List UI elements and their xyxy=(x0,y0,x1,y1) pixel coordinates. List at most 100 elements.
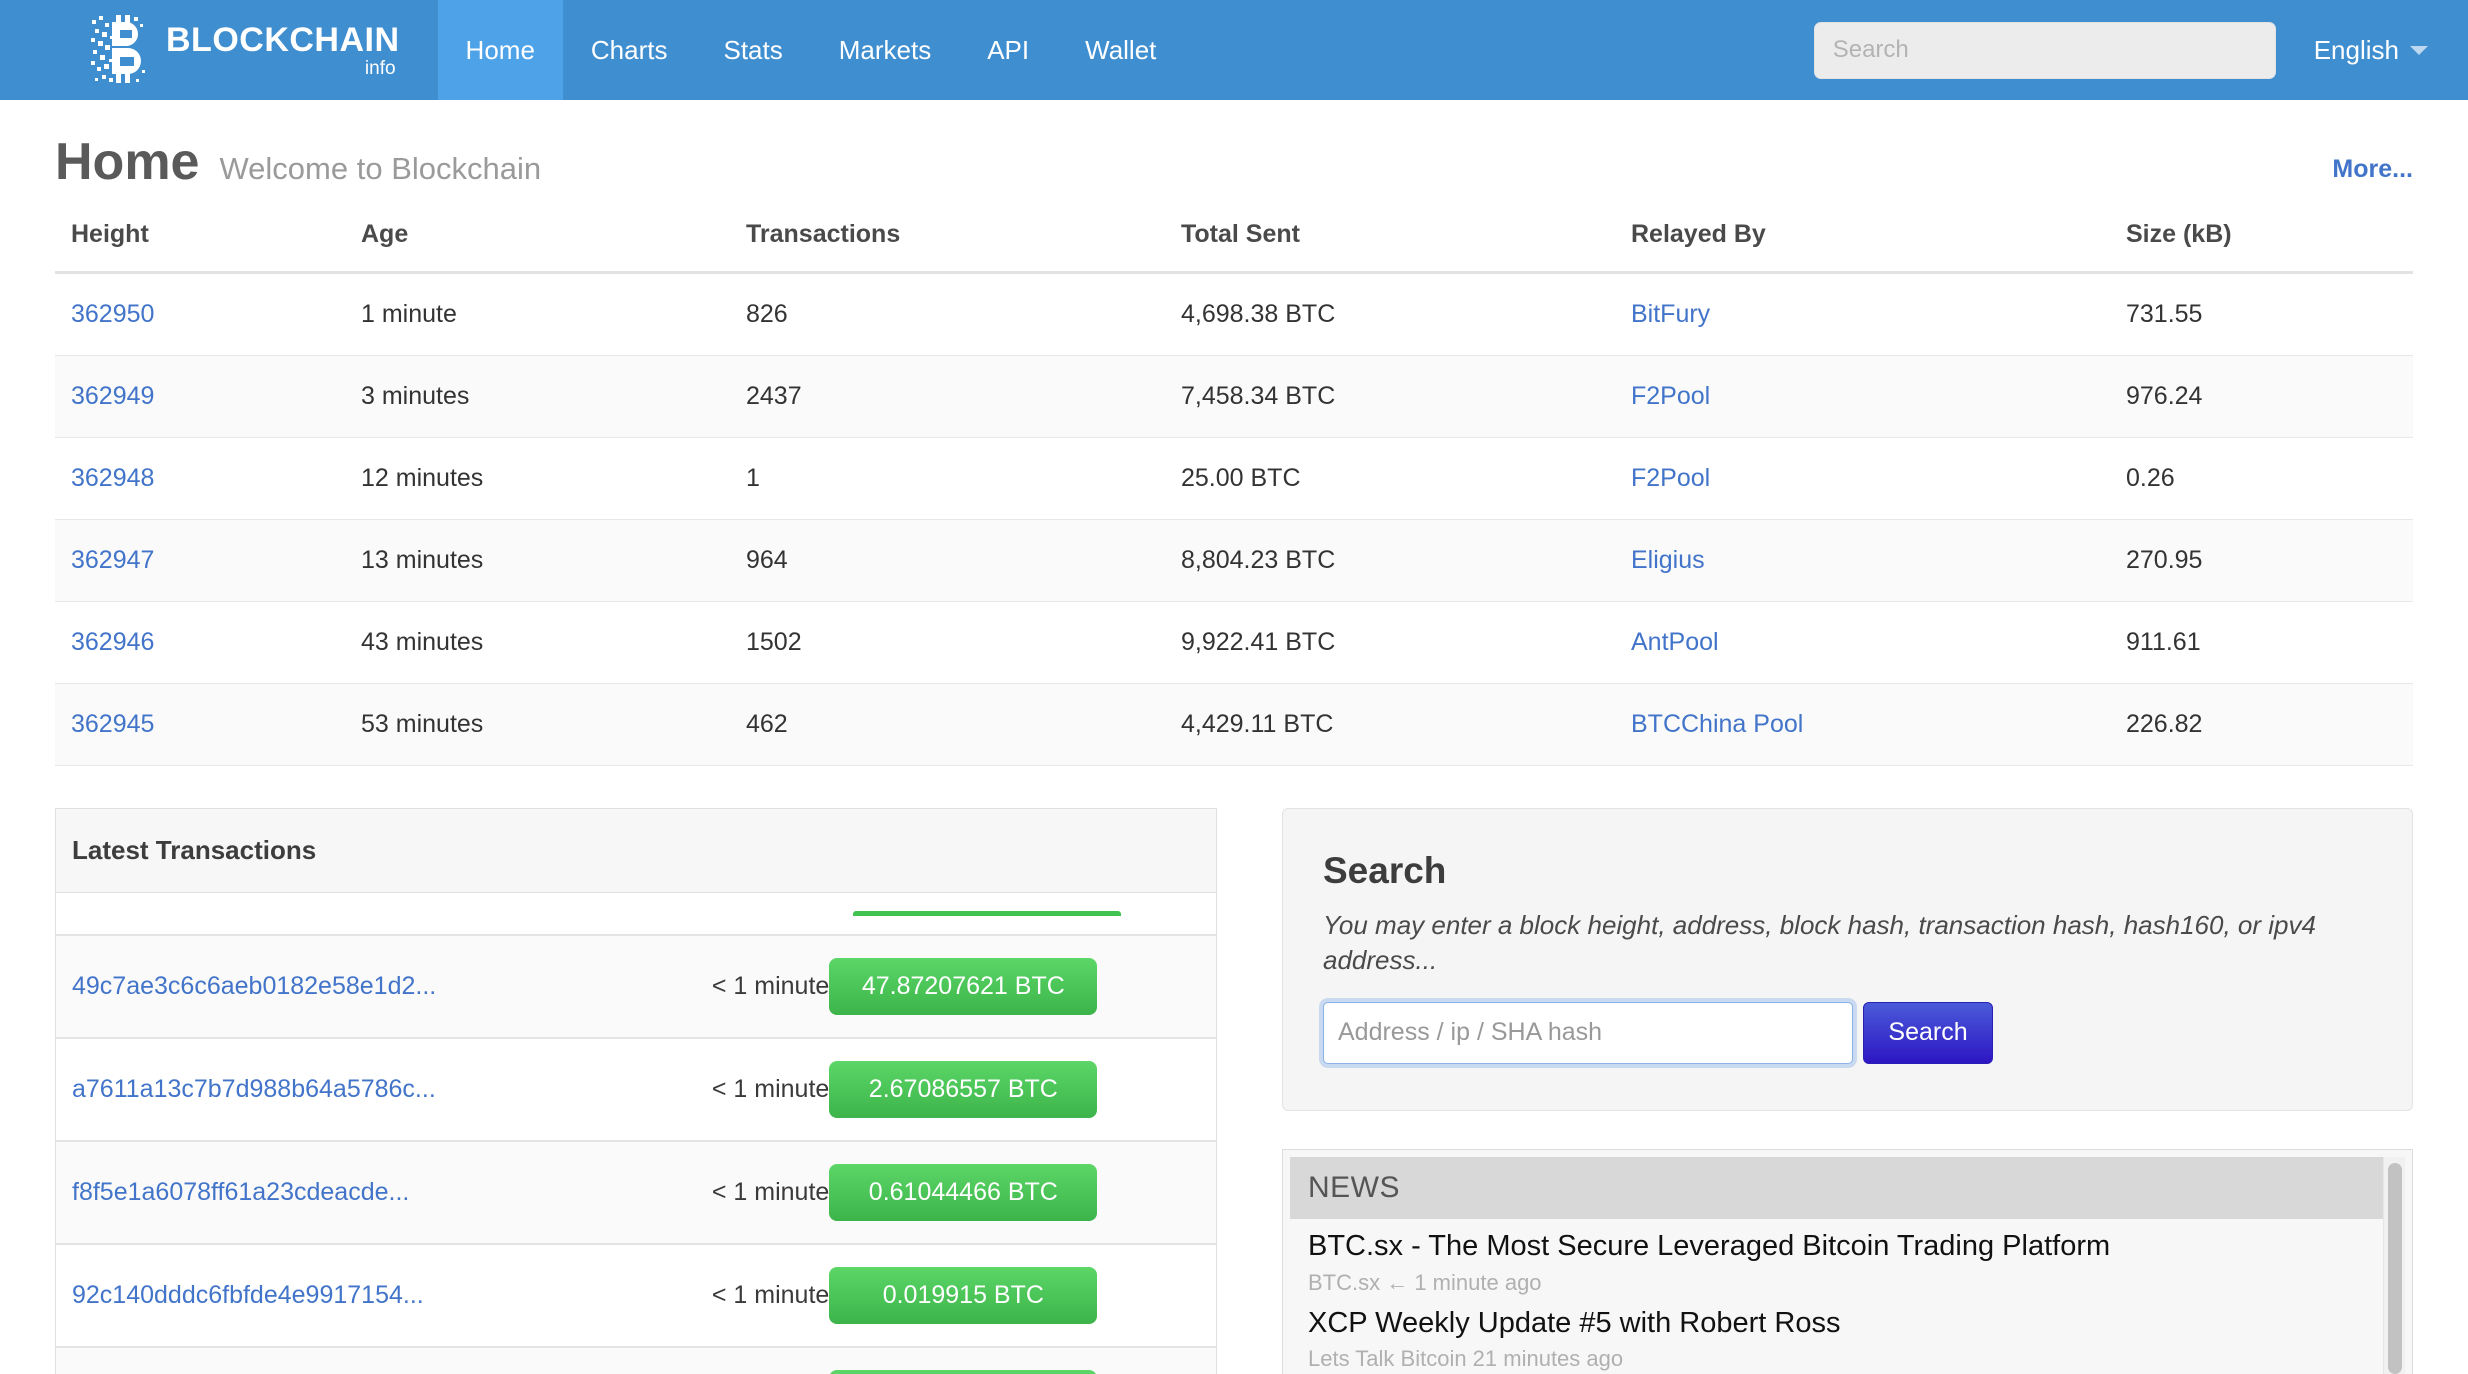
search-panel-description: You may enter a block height, address, b… xyxy=(1323,909,2316,975)
cell-size: 270.95 xyxy=(2110,519,2413,602)
transaction-row: 92c140dddc6fbfde4e9917154... < 1 minute … xyxy=(56,1244,1216,1348)
news-item-title[interactable]: BTC.sx - The Most Secure Leveraged Bitco… xyxy=(1308,1229,2365,1264)
news-item: XCP Weekly Update #5 with Robert Ross Le… xyxy=(1290,1296,2383,1373)
brand-subtitle: info xyxy=(364,57,396,79)
cell-height: 362946 xyxy=(55,601,345,684)
transaction-row: 767fc0ca8083fdfde227b9f72... < 1 minute … xyxy=(56,1347,1216,1374)
pool-link[interactable]: Eligius xyxy=(1631,546,1705,574)
cell-age: 1 minute xyxy=(345,272,730,356)
transaction-row: a7611a13c7b7d988b64a5786c... < 1 minute … xyxy=(56,1038,1216,1142)
cell-transactions: 964 xyxy=(730,519,1165,602)
cell-size: 0.26 xyxy=(2110,437,2413,520)
cell-height: 362948 xyxy=(55,437,345,520)
transaction-age: < 1 minute xyxy=(442,1347,830,1374)
news-item-meta: Lets Talk Bitcoin 21 minutes ago xyxy=(1308,1346,1624,1372)
search-input[interactable] xyxy=(1323,1001,1853,1064)
column-header-age: Age xyxy=(345,210,730,274)
cell-relayed-by: AntPool xyxy=(1615,601,2110,684)
column-header-relayed-by: Relayed By xyxy=(1615,210,2110,274)
page-header: Home Welcome to Blockchain More... xyxy=(55,100,2413,210)
amount-button-top-edge xyxy=(853,911,1122,916)
transaction-amount-button[interactable]: 0.019915 BTC xyxy=(829,1267,1098,1324)
cell-total-sent: 7,458.34 BTC xyxy=(1165,355,1615,438)
chevron-down-icon xyxy=(2410,45,2428,55)
cell-transactions: 2437 xyxy=(730,355,1165,438)
lower-section: Latest Transactions 49c7ae3c6c6aeb0182e5… xyxy=(55,808,2413,1374)
pool-link[interactable]: F2Pool xyxy=(1631,382,1710,410)
block-height-link[interactable]: 362947 xyxy=(71,546,154,574)
blockchain-b-logo-icon xyxy=(90,14,152,86)
news-item-title[interactable]: XCP Weekly Update #5 with Robert Ross xyxy=(1308,1306,2365,1341)
pool-link[interactable]: BTCChina Pool xyxy=(1631,710,1803,738)
brand-logo-link[interactable]: BLOCKCHAIN info xyxy=(90,0,400,100)
cell-size: 731.55 xyxy=(2110,272,2413,356)
cell-age: 3 minutes xyxy=(345,355,730,438)
news-scrollbar-thumb[interactable] xyxy=(2388,1162,2402,1374)
search-panel-title: Search xyxy=(1323,850,1447,891)
transaction-hash-link[interactable]: 49c7ae3c6c6aeb0182e58e1d2... xyxy=(56,972,436,1000)
cell-total-sent: 4,429.11 BTC xyxy=(1165,683,1615,766)
transaction-age: < 1 minute xyxy=(442,1141,830,1245)
more-link[interactable]: More... xyxy=(2332,155,2413,184)
nav-item-wallet[interactable]: Wallet xyxy=(1057,0,1184,100)
pool-link[interactable]: BitFury xyxy=(1631,300,1710,328)
page-content: Home Welcome to Blockchain More... Heigh… xyxy=(0,100,2468,1374)
table-row: 362947 13 minutes 964 8,804.23 BTC Eligi… xyxy=(55,519,2413,602)
transaction-hash-link[interactable]: 92c140dddc6fbfde4e9917154... xyxy=(56,1281,424,1309)
cell-relayed-by: F2Pool xyxy=(1615,355,2110,438)
cell-relayed-by: Eligius xyxy=(1615,519,2110,602)
nav-links: Home Charts Stats Markets API Wallet xyxy=(437,0,1185,100)
cell-total-sent: 8,804.23 BTC xyxy=(1165,519,1615,602)
news-panel-title: NEWS xyxy=(1290,1156,2383,1219)
table-row: 362945 53 minutes 462 4,429.11 BTC BTCCh… xyxy=(55,683,2413,766)
cell-total-sent: 25.00 BTC xyxy=(1165,437,1615,520)
table-row: 362949 3 minutes 2437 7,458.34 BTC F2Poo… xyxy=(55,355,2413,438)
column-header-transactions: Transactions xyxy=(730,210,1165,274)
cell-transactions: 1502 xyxy=(730,601,1165,684)
news-scrollbar[interactable] xyxy=(2383,1156,2405,1374)
latest-transactions-table: 49c7ae3c6c6aeb0182e58e1d2... < 1 minute … xyxy=(56,893,1216,1374)
transaction-hash-link[interactable]: f8f5e1a6078ff61a23cdeacde... xyxy=(56,1178,409,1206)
cell-total-sent: 4,698.38 BTC xyxy=(1165,272,1615,356)
global-search-input[interactable] xyxy=(1813,21,2276,79)
cell-relayed-by: BTCChina Pool xyxy=(1615,683,2110,766)
transaction-amount-button[interactable]: 2.67086557 BTC xyxy=(829,1061,1098,1118)
block-height-link[interactable]: 362946 xyxy=(71,628,154,656)
table-row: 362950 1 minute 826 4,698.38 BTC BitFury… xyxy=(55,272,2413,356)
nav-item-home[interactable]: Home xyxy=(437,0,563,100)
transaction-row: f8f5e1a6078ff61a23cdeacde... < 1 minute … xyxy=(56,1141,1216,1245)
transaction-hash-link[interactable]: a7611a13c7b7d988b64a5786c... xyxy=(56,1075,436,1103)
block-height-link[interactable]: 362949 xyxy=(71,382,154,410)
pool-link[interactable]: F2Pool xyxy=(1631,464,1710,492)
nav-item-markets[interactable]: Markets xyxy=(811,0,959,100)
block-height-link[interactable]: 362950 xyxy=(71,300,154,328)
cell-age: 13 minutes xyxy=(345,519,730,602)
search-button[interactable]: Search xyxy=(1863,1001,1993,1064)
transaction-amount-button[interactable]: 0.61044466 BTC xyxy=(829,1164,1098,1221)
block-height-link[interactable]: 362945 xyxy=(71,710,154,738)
page-subtitle: Welcome to Blockchain xyxy=(219,151,542,186)
transaction-age: < 1 minute xyxy=(442,1244,830,1348)
block-height-link[interactable]: 362948 xyxy=(71,464,154,492)
latest-blocks-table: Height Age Transactions Total Sent Relay… xyxy=(55,210,2413,766)
transaction-amount-button[interactable]: 2.3899 BTC xyxy=(829,1370,1098,1374)
news-item: BTC.sx - The Most Secure Leveraged Bitco… xyxy=(1290,1219,2383,1296)
nav-item-charts[interactable]: Charts xyxy=(563,0,696,100)
language-selector[interactable]: English xyxy=(2314,35,2428,66)
news-panel: NEWS BTC.sx - The Most Secure Leveraged … xyxy=(1282,1148,2413,1374)
news-list: NEWS BTC.sx - The Most Secure Leveraged … xyxy=(1290,1156,2383,1374)
transaction-age: < 1 minute xyxy=(442,935,830,1039)
navbar-right: English xyxy=(1813,0,2428,100)
right-column: Search You may enter a block height, add… xyxy=(1282,808,2413,1374)
transaction-preview-row xyxy=(56,893,1216,936)
language-label: English xyxy=(2313,34,2399,65)
cell-age: 43 minutes xyxy=(345,601,730,684)
table-row: 362946 43 minutes 1502 9,922.41 BTC AntP… xyxy=(55,601,2413,684)
nav-item-stats[interactable]: Stats xyxy=(695,0,810,100)
transaction-amount-button[interactable]: 47.87207621 BTC xyxy=(829,958,1098,1015)
transaction-row: 49c7ae3c6c6aeb0182e58e1d2... < 1 minute … xyxy=(56,935,1216,1039)
cell-size: 226.82 xyxy=(2110,683,2413,766)
pool-link[interactable]: AntPool xyxy=(1631,628,1719,656)
nav-item-api[interactable]: API xyxy=(959,0,1057,100)
table-header-row: Height Age Transactions Total Sent Relay… xyxy=(55,210,2413,274)
